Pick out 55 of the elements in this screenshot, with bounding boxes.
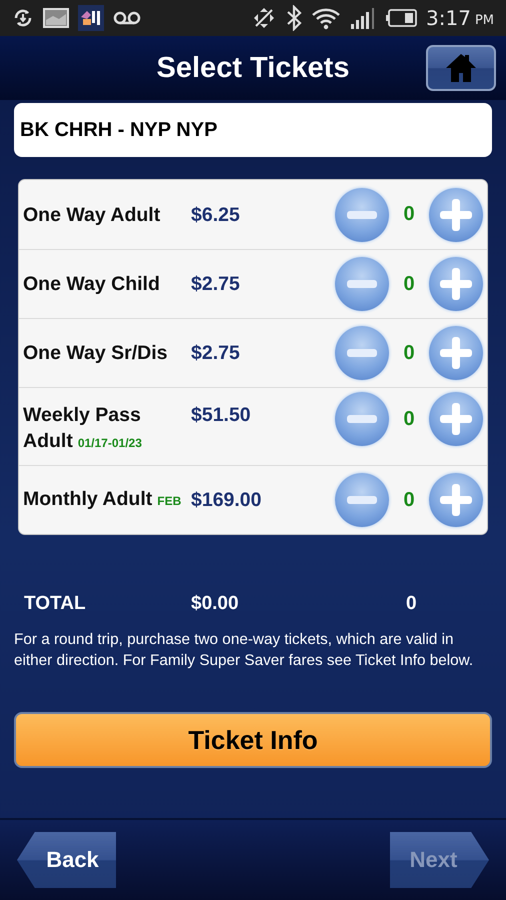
plus-icon [440,337,472,369]
decrease-button[interactable] [335,392,389,446]
plus-icon [440,268,472,300]
ticket-name: Weekly Pass Adult 01/17-01/23 [23,403,143,454]
image-icon [43,8,69,28]
home-button[interactable] [426,45,496,91]
voicemail-icon [113,11,141,25]
ticket-name: One Way Child [23,272,161,297]
sync-icon [12,7,34,29]
plus-icon [440,403,472,435]
wifi-icon [311,6,342,30]
ticket-count: 0 [402,488,416,512]
plus-icon [440,198,472,230]
minus-icon [347,210,377,218]
ticket-count: 0 [402,272,416,296]
minus-icon [347,280,377,288]
ticket-name: One Way Sr/Dis [23,341,168,366]
app-logo-icon [78,5,104,31]
bluetooth-icon [286,5,302,31]
decrease-button[interactable] [335,188,389,242]
plus-icon [440,484,472,516]
ticket-name: One Way Adult [23,202,162,228]
ticket-count: 0 [402,408,416,430]
increase-button[interactable] [429,257,483,311]
decrease-button[interactable] [335,257,389,311]
back-button[interactable]: Back [17,832,116,888]
minus-icon [347,496,377,504]
ticket-price: $51.50 [191,403,252,428]
total-amount: $0.00 [191,593,240,615]
decrease-button[interactable] [335,326,389,380]
ticket-info-button[interactable]: Ticket Info [14,712,492,768]
route-field[interactable]: BK CHRH - NYP NYP [14,103,492,157]
home-icon [445,53,477,83]
increase-button[interactable] [429,392,483,446]
ticket-count: 0 [402,203,416,226]
ticket-price: $6.25 [191,202,241,228]
minus-icon [347,415,377,423]
info-text: For a round trip, purchase two one-way tickets, which are valid in either direction. For Family Super Saver fares see Ticket Info below. [14,630,474,671]
page-title: Select Tickets [156,52,350,84]
ticket-price: $2.75 [191,341,241,366]
ticket-price: $2.75 [191,272,241,297]
total-label: TOTAL [24,593,87,615]
time-period: PM [474,12,494,28]
ticket-count: 0 [402,342,416,364]
minus-icon [347,349,377,357]
signal-icon [350,6,376,30]
increase-button[interactable] [429,188,483,242]
ticket-price: $169.00 [191,488,262,513]
total-count: 0 [406,593,417,615]
ticket-name: Monthly Adult FEB [23,487,182,512]
status-time: 3:17 [426,6,471,30]
battery-icon [385,9,418,27]
decrease-button[interactable] [335,473,389,527]
increase-button[interactable] [429,326,483,380]
increase-button[interactable] [429,473,483,527]
